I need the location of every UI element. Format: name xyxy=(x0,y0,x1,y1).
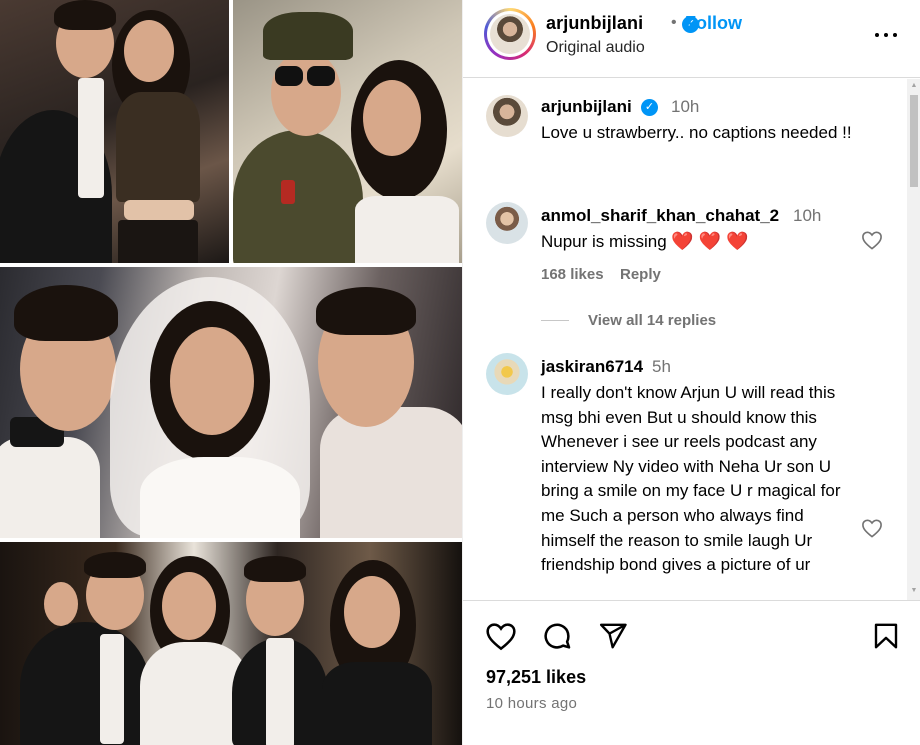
photo-wedding-trio xyxy=(0,267,462,538)
comment-username[interactable]: jaskiran6714 xyxy=(541,357,643,377)
photo-group-party xyxy=(0,542,462,745)
heart-emoji: ❤️ ❤️ ❤️ xyxy=(671,231,749,251)
comment-time[interactable]: 5h xyxy=(652,357,671,377)
comments-list[interactable]: arjunbijlani ✓ 10h Love u strawberry.. n… xyxy=(463,79,920,600)
comment-icon[interactable] xyxy=(541,620,573,652)
follow-button[interactable]: Follow xyxy=(685,13,742,34)
comment-like-heart-icon[interactable] xyxy=(861,230,883,250)
post-timestamp[interactable]: 10 hours ago xyxy=(486,695,577,712)
post-header: arjunbijlani ✓ • Follow Original audio xyxy=(463,0,920,78)
scroll-up-arrow-icon[interactable]: ▲ xyxy=(910,82,918,90)
photo-couple-formal xyxy=(0,0,229,263)
scrollbar-thumb[interactable] xyxy=(910,95,918,187)
reply-button[interactable]: Reply xyxy=(620,266,661,283)
comment-text: Love u strawberry.. no captions needed !… xyxy=(541,123,852,142)
view-replies-button[interactable]: View all 14 replies xyxy=(588,312,716,329)
post-like-count[interactable]: 97,251 likes xyxy=(486,667,586,688)
more-options-icon[interactable] xyxy=(875,26,899,44)
photo-uniform-couple xyxy=(233,0,462,263)
share-icon[interactable] xyxy=(597,621,629,651)
heart-icon[interactable] xyxy=(485,621,517,651)
comment-text: I really don't know Arjun U will read th… xyxy=(541,383,841,575)
verified-badge-icon: ✓ xyxy=(641,99,658,116)
comment-username[interactable]: anmol_sharif_khan_chahat_2 xyxy=(541,206,779,226)
comment-like-count[interactable]: 168 likes xyxy=(541,266,604,283)
bookmark-icon[interactable] xyxy=(871,620,901,652)
view-replies-divider xyxy=(541,320,569,321)
audio-label[interactable]: Original audio xyxy=(546,39,645,57)
author-avatar[interactable] xyxy=(484,8,536,60)
commenter-avatar[interactable] xyxy=(486,202,528,244)
scroll-down-arrow-icon[interactable]: ▼ xyxy=(910,587,918,595)
comment-like-heart-icon[interactable] xyxy=(861,518,883,538)
comment-time[interactable]: 10h xyxy=(671,97,699,117)
separator-dot: • xyxy=(671,14,677,31)
author-username[interactable]: arjunbijlani xyxy=(546,13,643,34)
commenter-avatar[interactable] xyxy=(486,353,528,395)
comment-time[interactable]: 10h xyxy=(793,206,821,226)
commenter-avatar[interactable] xyxy=(486,95,528,137)
comment-username[interactable]: arjunbijlani xyxy=(541,97,632,117)
post-details-panel: arjunbijlani ✓ • Follow Original audio a… xyxy=(462,0,920,745)
post-media-collage[interactable] xyxy=(0,0,462,745)
comment-text: Nupur is missing ❤️ ❤️ ❤️ xyxy=(541,229,861,255)
comment-text-body: Nupur is missing xyxy=(541,232,667,251)
post-actions-bar: 97,251 likes 10 hours ago xyxy=(463,600,920,745)
